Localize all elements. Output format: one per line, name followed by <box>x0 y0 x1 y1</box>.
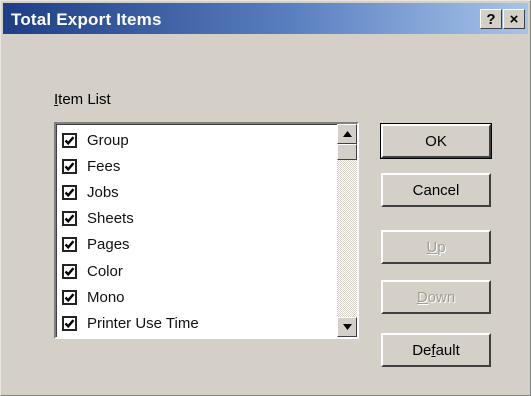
default-button-label: Default <box>412 342 460 359</box>
checkmark-icon <box>64 240 75 250</box>
checkmark-icon <box>64 214 75 224</box>
checkmark-icon <box>64 293 75 302</box>
cancel-button-label: Cancel <box>412 181 460 199</box>
item-list-rows: Group Fees Jobs Sheets Pages Color Mono Printer… <box>62 127 332 337</box>
scroll-up-button[interactable] <box>337 124 357 144</box>
ok-button-label: OK <box>425 132 447 150</box>
list-item-label: Group <box>87 131 129 149</box>
checkmark-icon <box>64 188 75 198</box>
list-item-label: Sheets <box>87 210 134 228</box>
scroll-down-button[interactable] <box>337 317 357 337</box>
checkmark-icon <box>64 319 75 328</box>
list-item[interactable]: Mono <box>62 284 332 310</box>
list-item-label: Color <box>87 262 123 280</box>
list-item[interactable]: Pages <box>62 232 332 258</box>
checkmark-icon <box>64 266 75 276</box>
item-list-label-rest: tem List <box>58 91 111 108</box>
checkmark-icon <box>64 136 75 145</box>
cancel-button[interactable]: Cancel <box>381 173 491 207</box>
question-mark-icon: ? <box>486 10 496 28</box>
move-up-label: Up <box>426 239 445 256</box>
default-label-post: ault <box>435 341 460 359</box>
item-checkbox[interactable] <box>62 263 77 279</box>
close-icon: × <box>509 10 519 28</box>
list-item-label: Jobs <box>87 183 119 201</box>
list-item[interactable]: Group <box>62 127 332 153</box>
item-checkbox[interactable] <box>62 184 77 200</box>
list-item-label: Fees <box>87 157 121 175</box>
help-button[interactable]: ? <box>480 9 502 29</box>
move-down-button[interactable]: Down <box>381 280 491 314</box>
default-label-pre: De <box>412 341 432 359</box>
ok-button[interactable]: OK <box>380 123 492 159</box>
list-item[interactable]: Jobs <box>62 179 332 205</box>
checkmark-icon <box>64 162 75 171</box>
item-checkbox[interactable] <box>62 315 77 331</box>
list-item[interactable]: Printer Use Time <box>62 310 332 336</box>
list-item[interactable]: Color <box>62 258 332 284</box>
move-down-label-rest: own <box>427 288 456 306</box>
list-item-label: Pages <box>87 236 130 254</box>
move-up-label-rest: p <box>437 238 446 256</box>
list-item[interactable]: Sheets <box>62 206 332 232</box>
list-item[interactable]: Fees <box>62 153 332 179</box>
default-button[interactable]: Default <box>381 333 491 367</box>
dialog-title: Total Export Items <box>11 10 162 29</box>
move-down-label: Down <box>417 289 455 306</box>
arrow-down-icon <box>342 324 352 330</box>
scroll-thumb[interactable] <box>337 144 357 160</box>
list-item-label: Printer Use Time <box>87 314 199 332</box>
close-button[interactable]: × <box>503 9 525 29</box>
item-checkbox[interactable] <box>62 289 77 305</box>
item-checkbox[interactable] <box>62 237 77 253</box>
vertical-scrollbar[interactable] <box>337 124 357 337</box>
item-listbox[interactable]: Group Fees Jobs Sheets Pages Color Mono Printer… <box>54 122 359 339</box>
move-down-accelerator: D <box>416 288 428 306</box>
move-up-accelerator: U <box>426 238 438 256</box>
arrow-up-icon <box>342 131 352 137</box>
title-bar[interactable]: Total Export Items ? × <box>3 3 528 34</box>
item-list-label: Item List <box>54 91 111 108</box>
export-items-dialog: Total Export Items ? × Item List Group Fe… <box>0 0 531 396</box>
list-item-label: Mono <box>87 288 125 306</box>
item-checkbox[interactable] <box>62 211 77 227</box>
move-up-button[interactable]: Up <box>381 230 491 264</box>
item-checkbox[interactable] <box>62 132 77 148</box>
item-checkbox[interactable] <box>62 158 77 174</box>
